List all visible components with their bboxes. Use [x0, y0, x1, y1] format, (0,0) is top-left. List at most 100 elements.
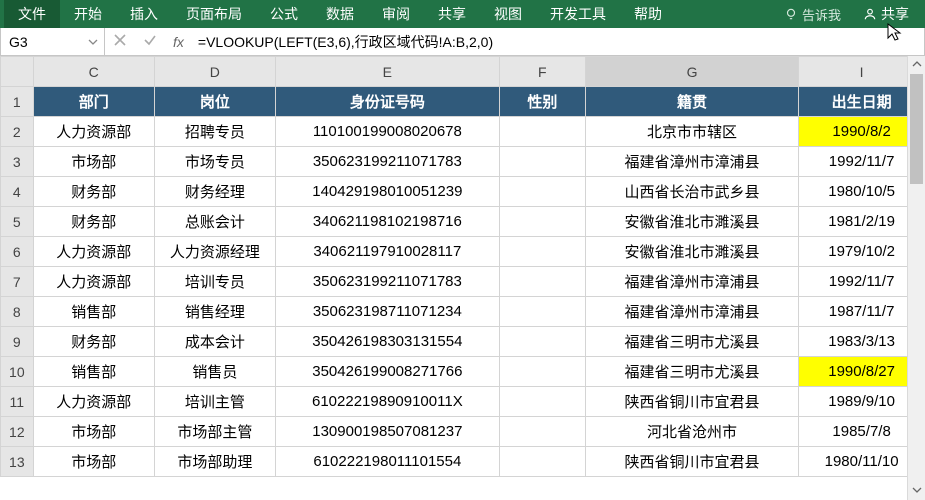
- cell-D5[interactable]: 总账会计: [154, 207, 275, 237]
- header-cell-G[interactable]: 籍贯: [585, 87, 798, 117]
- cell-G2[interactable]: 北京市市辖区: [585, 117, 798, 147]
- cell-E9[interactable]: 350426198303131554: [275, 327, 499, 357]
- cell-C4[interactable]: 财务部: [33, 177, 154, 207]
- row-header-13[interactable]: 13: [1, 447, 34, 477]
- cell-E5[interactable]: 340621198102198716: [275, 207, 499, 237]
- cell-C5[interactable]: 财务部: [33, 207, 154, 237]
- cell-F11[interactable]: [499, 387, 585, 417]
- chevron-down-icon[interactable]: [88, 34, 98, 50]
- header-cell-I[interactable]: 出生日期: [799, 87, 925, 117]
- cell-D13[interactable]: 市场部助理: [154, 447, 275, 477]
- name-box[interactable]: G3: [1, 28, 105, 55]
- cell-C7[interactable]: 人力资源部: [33, 267, 154, 297]
- col-header-E[interactable]: E: [275, 57, 499, 87]
- scroll-track[interactable]: [908, 74, 925, 482]
- fx-label[interactable]: fx: [165, 34, 192, 50]
- cell-E8[interactable]: 350623198711071234: [275, 297, 499, 327]
- row-header-7[interactable]: 7: [1, 267, 34, 297]
- row-header-5[interactable]: 5: [1, 207, 34, 237]
- ribbon-tab-1[interactable]: 开始: [60, 0, 116, 28]
- scroll-down-button[interactable]: [908, 482, 925, 500]
- cell-F10[interactable]: [499, 357, 585, 387]
- col-header-D[interactable]: D: [154, 57, 275, 87]
- cell-E2[interactable]: 110100199008020678: [275, 117, 499, 147]
- header-cell-E[interactable]: 身份证号码: [275, 87, 499, 117]
- col-header-F[interactable]: F: [499, 57, 585, 87]
- cell-I3[interactable]: 1992/11/7: [799, 147, 925, 177]
- cell-D6[interactable]: 人力资源经理: [154, 237, 275, 267]
- cell-C11[interactable]: 人力资源部: [33, 387, 154, 417]
- row-header-2[interactable]: 2: [1, 117, 34, 147]
- ribbon-tab-4[interactable]: 公式: [256, 0, 312, 28]
- cell-F2[interactable]: [499, 117, 585, 147]
- ribbon-tab-8[interactable]: 视图: [480, 0, 536, 28]
- cell-D10[interactable]: 销售员: [154, 357, 275, 387]
- col-header-G[interactable]: G: [585, 57, 798, 87]
- cell-I11[interactable]: 1989/9/10: [799, 387, 925, 417]
- cell-G11[interactable]: 陕西省铜川市宜君县: [585, 387, 798, 417]
- col-header-C[interactable]: C: [33, 57, 154, 87]
- cell-I4[interactable]: 1980/10/5: [799, 177, 925, 207]
- cell-C12[interactable]: 市场部: [33, 417, 154, 447]
- ribbon-tab-5[interactable]: 数据: [312, 0, 368, 28]
- enter-formula-button[interactable]: [135, 28, 165, 55]
- cell-F7[interactable]: [499, 267, 585, 297]
- row-header-6[interactable]: 6: [1, 237, 34, 267]
- cell-I9[interactable]: 1983/3/13: [799, 327, 925, 357]
- cell-C13[interactable]: 市场部: [33, 447, 154, 477]
- scroll-up-button[interactable]: [908, 56, 925, 74]
- ribbon-tab-6[interactable]: 审阅: [368, 0, 424, 28]
- ribbon-tab-3[interactable]: 页面布局: [172, 0, 256, 28]
- cell-F13[interactable]: [499, 447, 585, 477]
- cell-D12[interactable]: 市场部主管: [154, 417, 275, 447]
- cell-G7[interactable]: 福建省漳州市漳浦县: [585, 267, 798, 297]
- select-all-corner[interactable]: [1, 57, 34, 87]
- row-header-10[interactable]: 10: [1, 357, 34, 387]
- ribbon-tab-10[interactable]: 帮助: [620, 0, 676, 28]
- header-cell-D[interactable]: 岗位: [154, 87, 275, 117]
- cell-E10[interactable]: 350426199008271766: [275, 357, 499, 387]
- cell-D3[interactable]: 市场专员: [154, 147, 275, 177]
- cell-E12[interactable]: 130900198507081237: [275, 417, 499, 447]
- cell-F9[interactable]: [499, 327, 585, 357]
- cell-G9[interactable]: 福建省三明市尤溪县: [585, 327, 798, 357]
- ribbon-tab-0[interactable]: 文件: [4, 0, 60, 28]
- cell-C8[interactable]: 销售部: [33, 297, 154, 327]
- cell-D9[interactable]: 成本会计: [154, 327, 275, 357]
- tell-me[interactable]: 告诉我: [774, 5, 851, 24]
- col-header-I[interactable]: I: [799, 57, 925, 87]
- row-header-9[interactable]: 9: [1, 327, 34, 357]
- formula-input[interactable]: [192, 28, 924, 55]
- cell-C2[interactable]: 人力资源部: [33, 117, 154, 147]
- cell-F12[interactable]: [499, 417, 585, 447]
- cell-I2[interactable]: 1990/8/2: [799, 117, 925, 147]
- cell-D4[interactable]: 财务经理: [154, 177, 275, 207]
- share-button[interactable]: 共享: [851, 4, 921, 24]
- cell-I8[interactable]: 1987/11/7: [799, 297, 925, 327]
- cell-E7[interactable]: 350623199211071783: [275, 267, 499, 297]
- cell-G6[interactable]: 安徽省淮北市濉溪县: [585, 237, 798, 267]
- scroll-thumb[interactable]: [910, 74, 923, 184]
- cell-C3[interactable]: 市场部: [33, 147, 154, 177]
- cell-G3[interactable]: 福建省漳州市漳浦县: [585, 147, 798, 177]
- spreadsheet-grid[interactable]: CDEFGI 1部门岗位身份证号码性别籍贯出生日期2人力资源部招聘专员11010…: [0, 56, 925, 477]
- cell-I6[interactable]: 1979/10/2: [799, 237, 925, 267]
- row-header-4[interactable]: 4: [1, 177, 34, 207]
- cell-E11[interactable]: 61022219890910011X: [275, 387, 499, 417]
- row-header-1[interactable]: 1: [1, 87, 34, 117]
- cancel-formula-button[interactable]: [105, 28, 135, 55]
- cell-F8[interactable]: [499, 297, 585, 327]
- cell-G5[interactable]: 安徽省淮北市濉溪县: [585, 207, 798, 237]
- cell-G8[interactable]: 福建省漳州市漳浦县: [585, 297, 798, 327]
- header-cell-C[interactable]: 部门: [33, 87, 154, 117]
- row-header-12[interactable]: 12: [1, 417, 34, 447]
- row-header-11[interactable]: 11: [1, 387, 34, 417]
- cell-I13[interactable]: 1980/11/10: [799, 447, 925, 477]
- cell-I10[interactable]: 1990/8/27: [799, 357, 925, 387]
- cell-D8[interactable]: 销售经理: [154, 297, 275, 327]
- row-header-3[interactable]: 3: [1, 147, 34, 177]
- cell-G12[interactable]: 河北省沧州市: [585, 417, 798, 447]
- cell-D2[interactable]: 招聘专员: [154, 117, 275, 147]
- cell-E4[interactable]: 140429198010051239: [275, 177, 499, 207]
- ribbon-tab-2[interactable]: 插入: [116, 0, 172, 28]
